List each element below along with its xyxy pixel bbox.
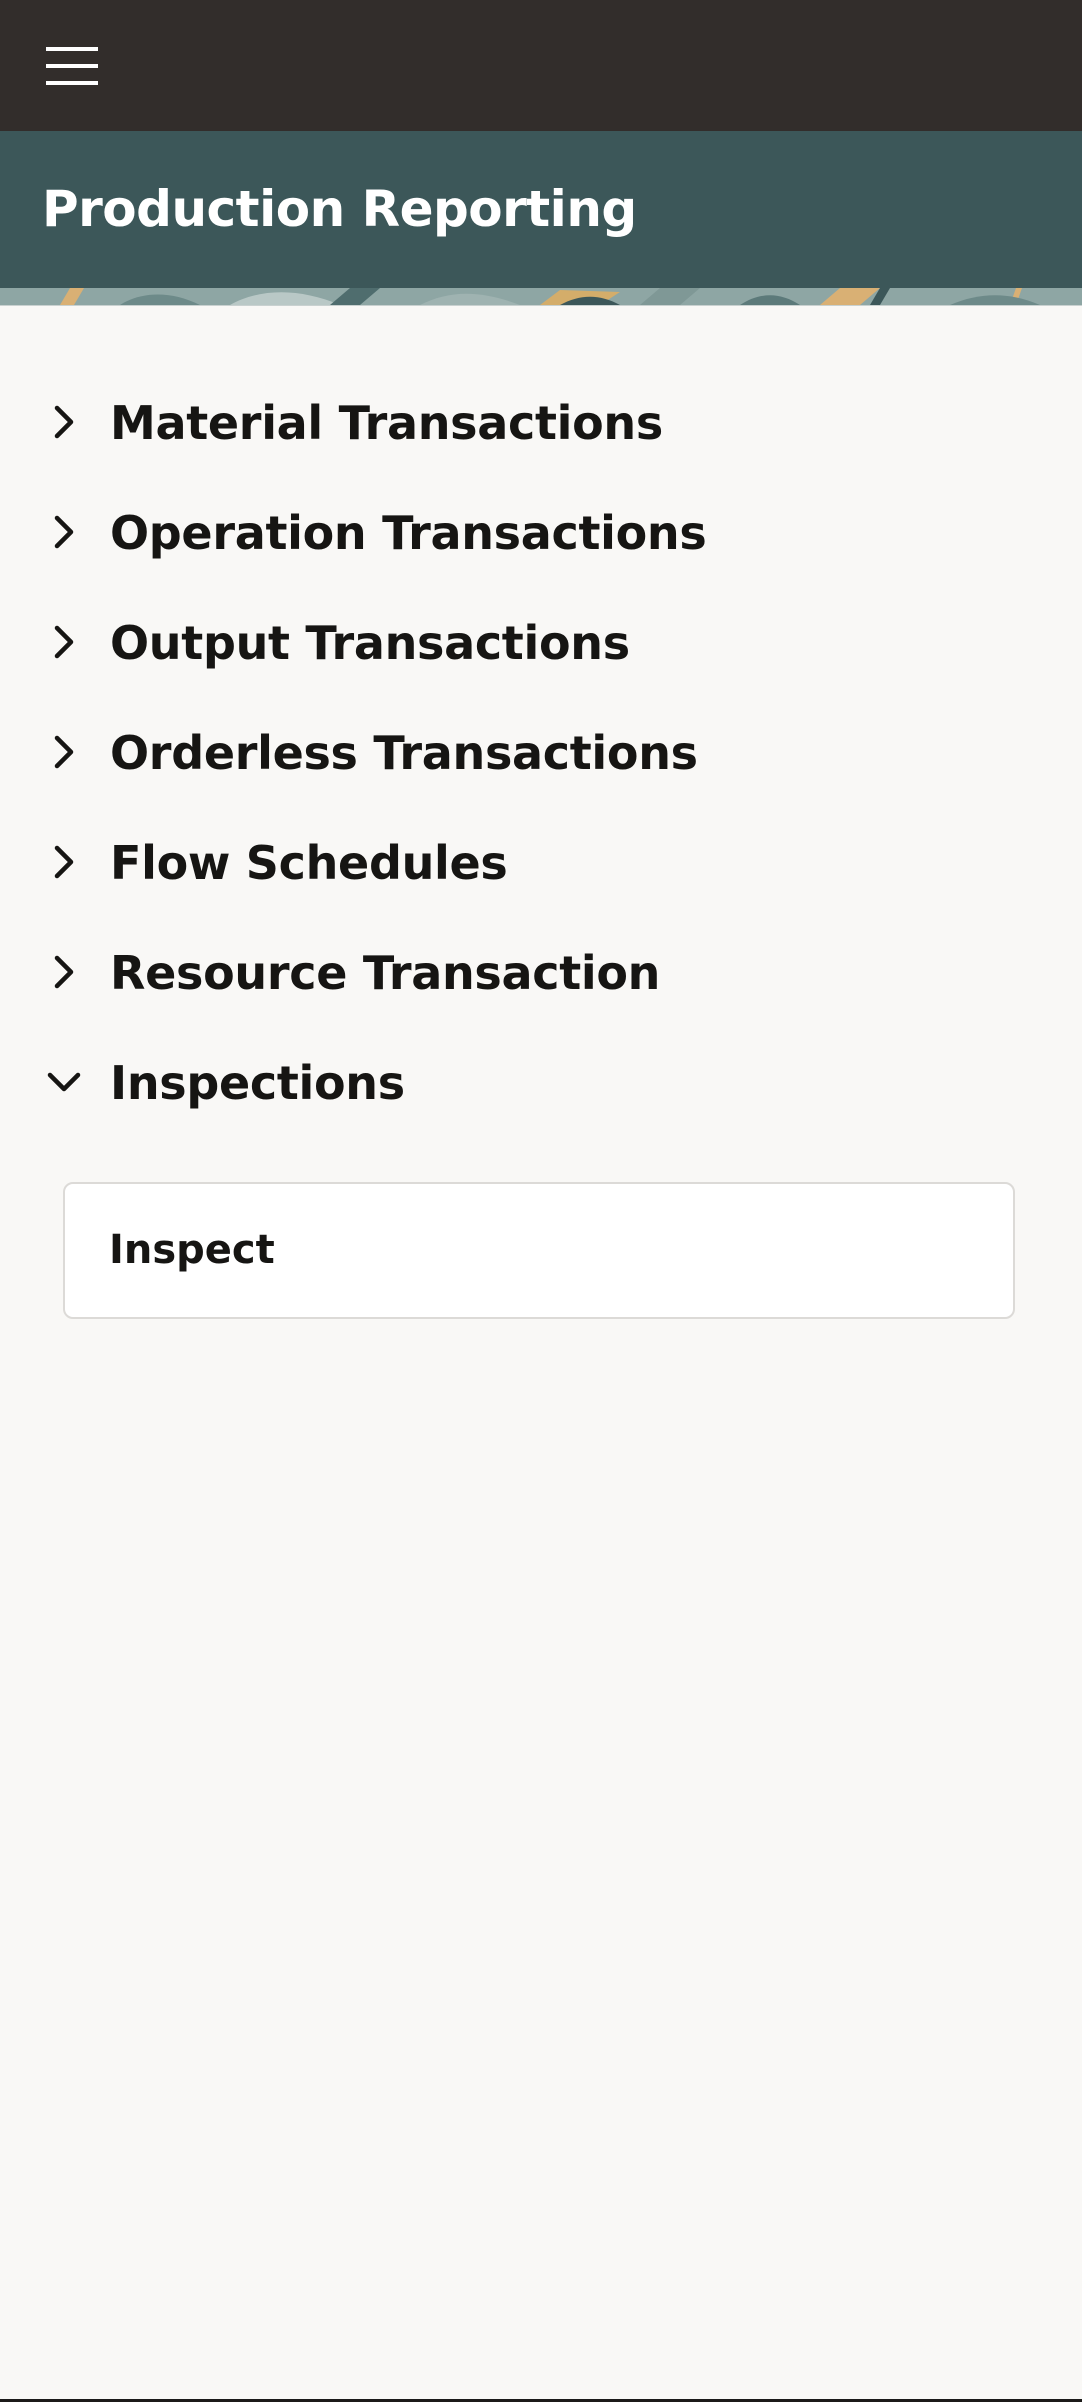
header-divider [0, 305, 1082, 306]
header-decoration [0, 288, 1082, 305]
chevron-right-icon [46, 730, 82, 774]
inspect-card[interactable]: Inspect [63, 1182, 1015, 1319]
nav-item-resource-transaction[interactable]: Resource Transaction [0, 918, 1082, 1028]
menu-button[interactable] [36, 36, 108, 96]
nav-item-operation-transactions[interactable]: Operation Transactions [0, 478, 1082, 588]
nav-item-flow-schedules[interactable]: Flow Schedules [0, 808, 1082, 918]
chevron-right-icon [46, 950, 82, 994]
nav-item-inspections[interactable]: Inspections [0, 1028, 1082, 1138]
top-app-bar [0, 0, 1082, 131]
nav-item-label: Resource Transaction [110, 946, 661, 1000]
nav-item-label: Flow Schedules [110, 836, 508, 890]
chevron-right-icon [46, 840, 82, 884]
nav-item-material-transactions[interactable]: Material Transactions [0, 368, 1082, 478]
hamburger-menu-icon [46, 47, 98, 85]
nav-item-label: Inspections [110, 1056, 405, 1110]
chevron-right-icon [46, 510, 82, 554]
page-title: Production Reporting [42, 180, 637, 238]
nav-item-label: Operation Transactions [110, 506, 707, 560]
nav-item-output-transactions[interactable]: Output Transactions [0, 588, 1082, 698]
chevron-right-icon [46, 620, 82, 664]
nav-item-label: Output Transactions [110, 616, 630, 670]
chevron-right-icon [46, 400, 82, 444]
nav-item-orderless-transactions[interactable]: Orderless Transactions [0, 698, 1082, 808]
nav-item-label: Material Transactions [110, 396, 663, 450]
nav-item-label: Orderless Transactions [110, 726, 698, 780]
inspect-card-label: Inspect [109, 1227, 275, 1273]
page-header: Production Reporting [0, 131, 1082, 288]
chevron-down-icon [46, 1060, 82, 1104]
navigation-list: Material Transactions Operation Transact… [0, 368, 1082, 1138]
